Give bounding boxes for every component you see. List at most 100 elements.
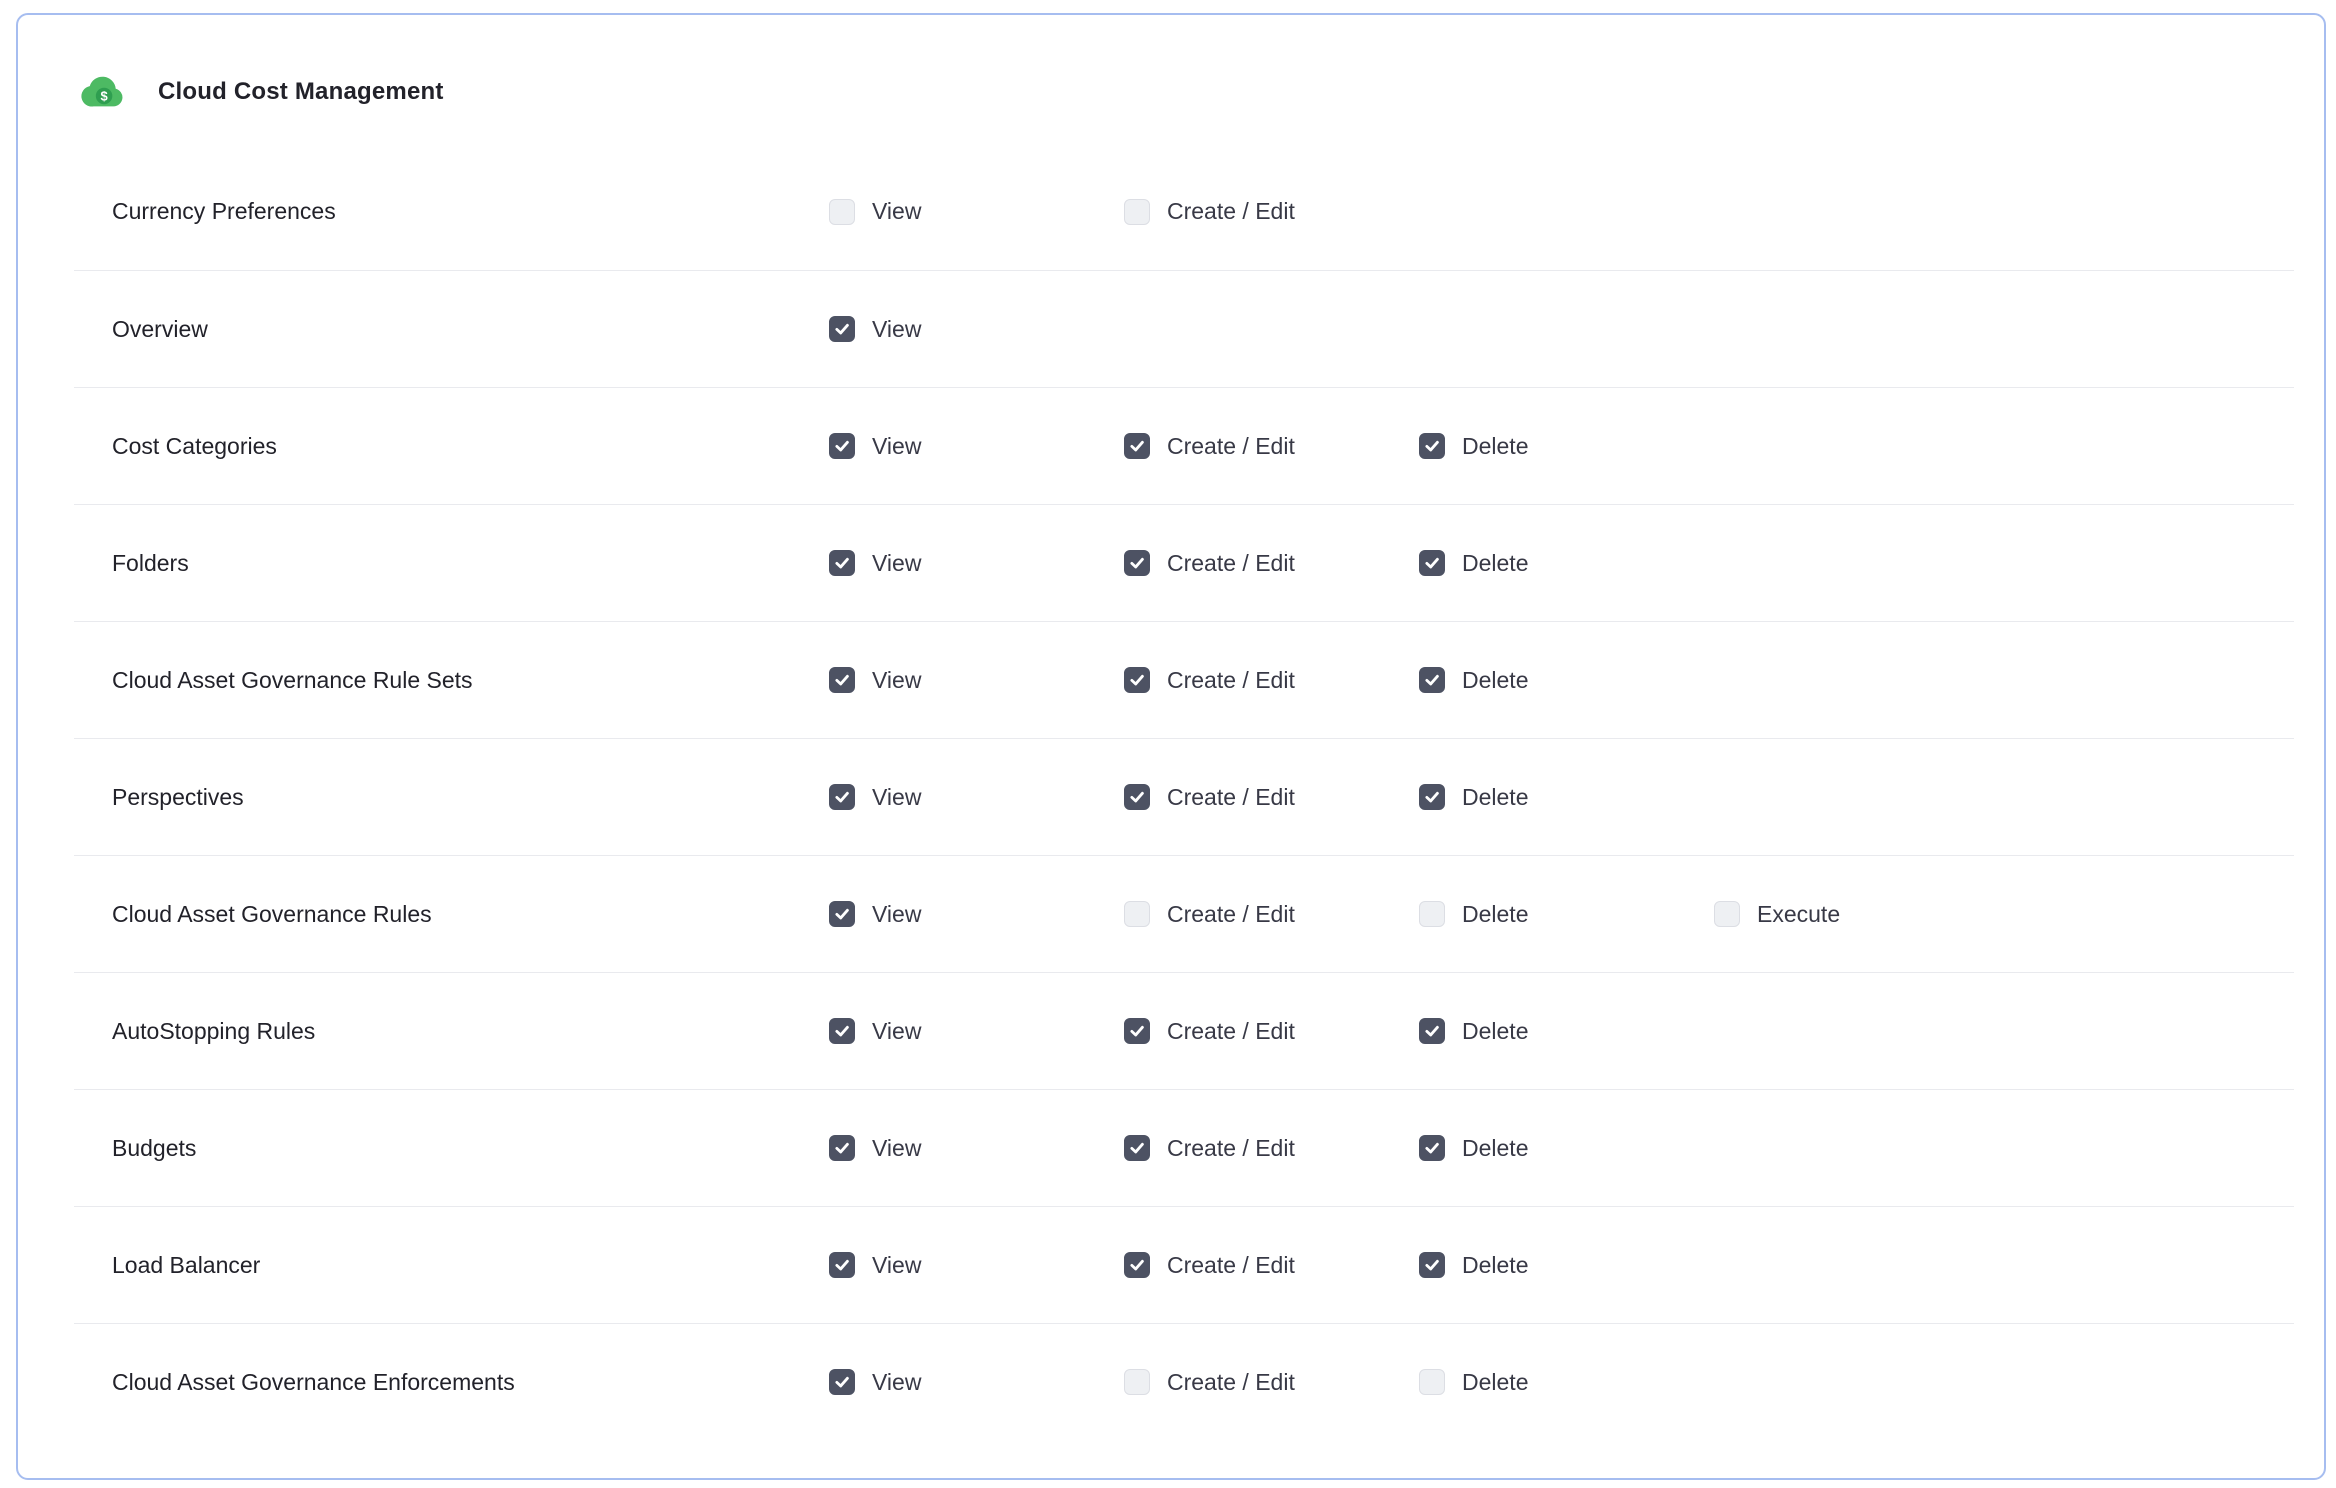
module-header: $ Cloud Cost Management xyxy=(18,15,2324,115)
resource-label: Overview xyxy=(74,316,829,343)
resource-label: Cost Categories xyxy=(74,433,829,460)
permission-execute[interactable]: Execute xyxy=(1714,901,2009,928)
create-edit-checkbox[interactable] xyxy=(1124,550,1150,576)
permission-label: View xyxy=(872,784,921,811)
delete-checkbox[interactable] xyxy=(1419,667,1445,693)
create-edit-checkbox[interactable] xyxy=(1124,784,1150,810)
view-checkbox[interactable] xyxy=(829,667,855,693)
permission-view[interactable]: View xyxy=(829,667,1124,694)
permission-label: Create / Edit xyxy=(1167,1135,1295,1162)
delete-checkbox[interactable] xyxy=(1419,1018,1445,1044)
permission-create-edit[interactable]: Create / Edit xyxy=(1124,433,1419,460)
delete-checkbox[interactable] xyxy=(1419,1135,1445,1161)
permission-row-perspectives: Perspectives View Create / Edit Delete xyxy=(74,738,2294,855)
view-checkbox[interactable] xyxy=(829,199,855,225)
permission-row-folders: Folders View Create / Edit Delete xyxy=(74,504,2294,621)
permission-view[interactable]: View xyxy=(829,1369,1124,1396)
permission-label: Create / Edit xyxy=(1167,1252,1295,1279)
execute-checkbox[interactable] xyxy=(1714,901,1740,927)
permission-cells: View Create / Edit Delete xyxy=(829,784,2294,811)
permission-view[interactable]: View xyxy=(829,784,1124,811)
permission-view[interactable]: View xyxy=(829,1135,1124,1162)
delete-checkbox[interactable] xyxy=(1419,1252,1445,1278)
permission-create-edit[interactable]: Create / Edit xyxy=(1124,784,1419,811)
permission-delete[interactable]: Delete xyxy=(1419,1018,1714,1045)
permission-cells: View Create / Edit Delete xyxy=(829,1018,2294,1045)
permission-row-cost-categories: Cost Categories View Create / Edit Delet… xyxy=(74,387,2294,504)
permission-label: View xyxy=(872,1369,921,1396)
resource-label: Perspectives xyxy=(74,784,829,811)
permission-create-edit[interactable]: Create / Edit xyxy=(1124,1369,1419,1396)
permission-cells: View Create / Edit Delete xyxy=(829,433,2294,460)
permission-create-edit[interactable]: Create / Edit xyxy=(1124,667,1419,694)
cloud-dollar-icon: $ xyxy=(80,69,126,115)
permission-view[interactable]: View xyxy=(829,198,1124,225)
view-checkbox[interactable] xyxy=(829,784,855,810)
permission-label: Delete xyxy=(1462,1135,1528,1162)
permission-label: Delete xyxy=(1462,784,1528,811)
permission-view[interactable]: View xyxy=(829,550,1124,577)
permission-view[interactable]: View xyxy=(829,433,1124,460)
permission-create-edit[interactable]: Create / Edit xyxy=(1124,1018,1419,1045)
permission-view[interactable]: View xyxy=(829,1018,1124,1045)
permission-label: View xyxy=(872,1252,921,1279)
permission-view[interactable]: View xyxy=(829,316,1124,343)
permission-label: Delete xyxy=(1462,1252,1528,1279)
view-checkbox[interactable] xyxy=(829,1252,855,1278)
permission-delete[interactable]: Delete xyxy=(1419,1252,1714,1279)
permission-view[interactable]: View xyxy=(829,901,1124,928)
delete-checkbox[interactable] xyxy=(1419,1369,1445,1395)
permission-row-overview: Overview View xyxy=(74,270,2294,387)
permission-cells: View Create / Edit Delete Execute xyxy=(829,901,2294,928)
permission-label: Delete xyxy=(1462,1369,1528,1396)
create-edit-checkbox[interactable] xyxy=(1124,433,1150,459)
permission-delete[interactable]: Delete xyxy=(1419,784,1714,811)
create-edit-checkbox[interactable] xyxy=(1124,1018,1150,1044)
delete-checkbox[interactable] xyxy=(1419,550,1445,576)
permission-row-autostopping-rules: AutoStopping Rules View Create / Edit De… xyxy=(74,972,2294,1089)
create-edit-checkbox[interactable] xyxy=(1124,1369,1150,1395)
permission-create-edit[interactable]: Create / Edit xyxy=(1124,198,1419,225)
view-checkbox[interactable] xyxy=(829,433,855,459)
permission-label: View xyxy=(872,1018,921,1045)
create-edit-checkbox[interactable] xyxy=(1124,1135,1150,1161)
permission-delete[interactable]: Delete xyxy=(1419,1369,1714,1396)
permission-delete[interactable]: Delete xyxy=(1419,901,1714,928)
permission-delete[interactable]: Delete xyxy=(1419,667,1714,694)
view-checkbox[interactable] xyxy=(829,1369,855,1395)
permission-create-edit[interactable]: Create / Edit xyxy=(1124,901,1419,928)
permission-create-edit[interactable]: Create / Edit xyxy=(1124,550,1419,577)
delete-checkbox[interactable] xyxy=(1419,784,1445,810)
page-background: { "header": { "title": "Cloud Cost Manag… xyxy=(0,0,2336,1488)
view-checkbox[interactable] xyxy=(829,316,855,342)
view-checkbox[interactable] xyxy=(829,1135,855,1161)
permission-cells: View Create / Edit Delete xyxy=(829,1252,2294,1279)
resource-label: Cloud Asset Governance Rules xyxy=(74,901,829,928)
permission-create-edit[interactable]: Create / Edit xyxy=(1124,1252,1419,1279)
resource-label: Load Balancer xyxy=(74,1252,829,1279)
delete-checkbox[interactable] xyxy=(1419,433,1445,459)
permission-view[interactable]: View xyxy=(829,1252,1124,1279)
create-edit-checkbox[interactable] xyxy=(1124,901,1150,927)
delete-checkbox[interactable] xyxy=(1419,901,1445,927)
permission-label: View xyxy=(872,1135,921,1162)
permission-label: View xyxy=(872,901,921,928)
permission-label: Delete xyxy=(1462,1018,1528,1045)
permission-delete[interactable]: Delete xyxy=(1419,433,1714,460)
permission-delete[interactable]: Delete xyxy=(1419,550,1714,577)
module-title: Cloud Cost Management xyxy=(158,78,444,106)
view-checkbox[interactable] xyxy=(829,1018,855,1044)
permission-label: Create / Edit xyxy=(1167,550,1295,577)
permission-create-edit[interactable]: Create / Edit xyxy=(1124,1135,1419,1162)
create-edit-checkbox[interactable] xyxy=(1124,667,1150,693)
permission-row-currency-preferences: Currency Preferences View Create / Edit xyxy=(74,153,2294,270)
view-checkbox[interactable] xyxy=(829,901,855,927)
permission-label: Execute xyxy=(1757,901,1840,928)
permission-label: Create / Edit xyxy=(1167,784,1295,811)
create-edit-checkbox[interactable] xyxy=(1124,1252,1150,1278)
permissions-panel: $ Cloud Cost Management Currency Prefere… xyxy=(16,13,2326,1480)
permission-delete[interactable]: Delete xyxy=(1419,1135,1714,1162)
permission-label: Delete xyxy=(1462,901,1528,928)
view-checkbox[interactable] xyxy=(829,550,855,576)
create-edit-checkbox[interactable] xyxy=(1124,199,1150,225)
